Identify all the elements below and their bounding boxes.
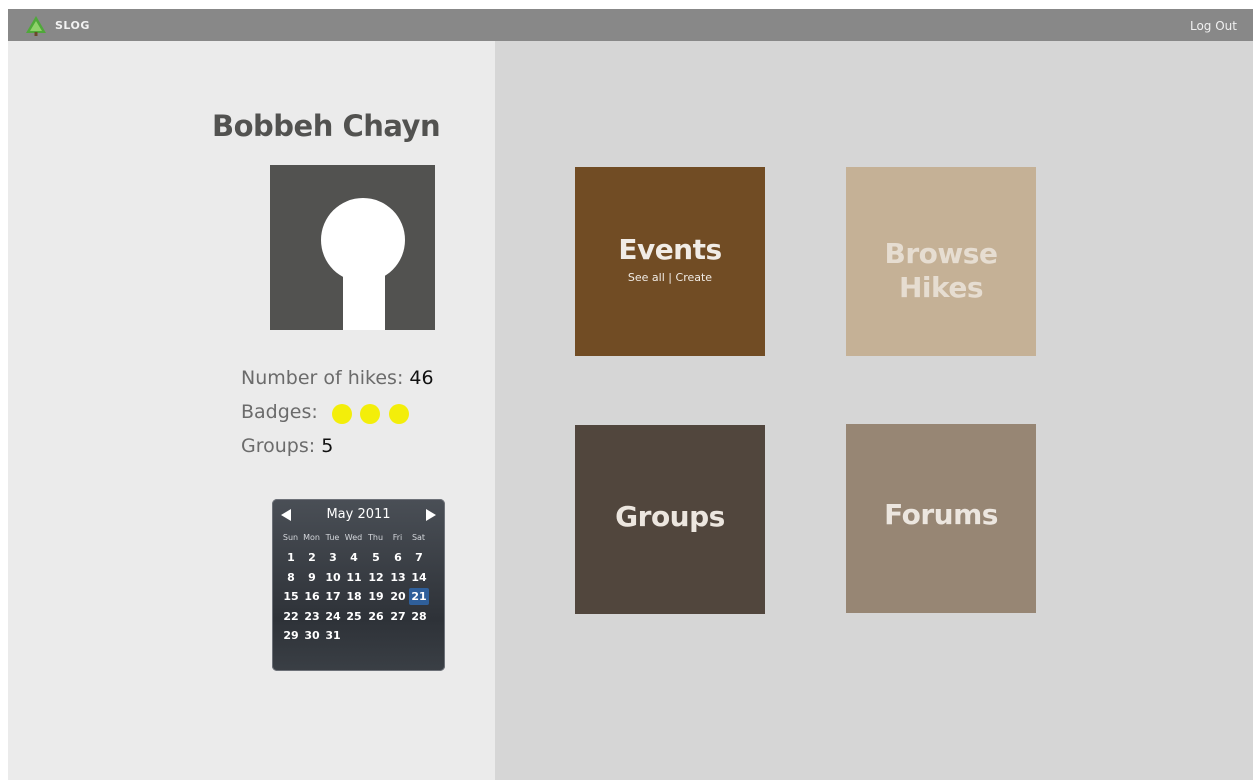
- calendar-day[interactable]: 18: [344, 588, 364, 605]
- forums-tile-title: Forums: [884, 498, 998, 531]
- badge-icon[interactable]: [332, 404, 352, 424]
- events-link-separator: |: [668, 271, 673, 284]
- groups-tile[interactable]: Groups: [575, 425, 765, 614]
- calendar-day[interactable]: 13: [388, 569, 408, 586]
- calendar-weekday-label: Fri: [392, 533, 403, 542]
- browse-hikes-tile-title: Browse Hikes: [846, 237, 1036, 305]
- calendar-widget: May 2011 Sun Mon Tue Wed Thu Fri Sat 1 2 3 4 5 6 7 8 9 1…: [272, 499, 445, 671]
- calendar-day[interactable]: 24: [323, 608, 343, 625]
- calendar-day[interactable]: 29: [281, 627, 301, 644]
- calendar-weekday-label: Sat: [411, 533, 426, 542]
- forums-tile[interactable]: Forums: [846, 424, 1036, 613]
- groups-label: Groups:: [241, 435, 316, 457]
- avatar-body-shape: [343, 253, 385, 330]
- events-create-link[interactable]: Create: [676, 271, 713, 284]
- calendar-day[interactable]: 12: [366, 569, 386, 586]
- calendar-day[interactable]: 26: [366, 608, 386, 625]
- tree-icon[interactable]: [25, 16, 47, 36]
- calendar-month-title: May 2011: [326, 507, 391, 522]
- calendar-weekday-label: Wed: [344, 533, 363, 542]
- calendar-day[interactable]: 22: [281, 608, 301, 625]
- hikes-value: 46: [409, 367, 434, 389]
- calendar-day[interactable]: 16: [302, 588, 322, 605]
- calendar-day[interactable]: 1: [281, 549, 301, 566]
- calendar-day[interactable]: 30: [302, 627, 322, 644]
- calendar-day[interactable]: 5: [366, 549, 386, 566]
- hikes-label: Number of hikes:: [241, 367, 404, 389]
- hikes-stat: Number of hikes: 46: [241, 365, 434, 391]
- calendar-day[interactable]: 10: [323, 569, 343, 586]
- calendar-day[interactable]: 23: [302, 608, 322, 625]
- calendar-day[interactable]: 11: [344, 569, 364, 586]
- events-tile-links: See all | Create: [575, 271, 765, 284]
- calendar-weekday-label: Tue: [325, 533, 340, 542]
- events-tile-title: Events: [618, 233, 722, 266]
- calendar-day[interactable]: 20: [388, 588, 408, 605]
- groups-stat: Groups: 5: [241, 433, 333, 459]
- top-bar: SLOG Log Out: [8, 9, 1253, 41]
- logout-link[interactable]: Log Out: [1190, 19, 1237, 33]
- badges-stat: Badges:: [241, 399, 441, 425]
- calendar-day[interactable]: 25: [344, 608, 364, 625]
- profile-name: Bobbeh Chayn: [212, 109, 441, 143]
- calendar-day[interactable]: 6: [388, 549, 408, 566]
- calendar-next-icon[interactable]: [426, 509, 436, 521]
- badges-label: Badges:: [241, 401, 318, 423]
- calendar-day[interactable]: 9: [302, 569, 322, 586]
- browse-hikes-title-line1: Browse: [884, 237, 998, 270]
- calendar-day[interactable]: 8: [281, 569, 301, 586]
- groups-tile-title: Groups: [615, 500, 725, 533]
- calendar-day[interactable]: 21: [409, 588, 429, 605]
- avatar[interactable]: [270, 165, 435, 330]
- groups-value: 5: [321, 435, 334, 457]
- calendar-day[interactable]: 27: [388, 608, 408, 625]
- events-see-all-link[interactable]: See all: [628, 271, 665, 284]
- calendar-day[interactable]: 7: [409, 549, 429, 566]
- calendar-day[interactable]: 15: [281, 588, 301, 605]
- browse-hikes-tile[interactable]: Browse Hikes: [846, 167, 1036, 356]
- profile-panel: Bobbeh Chayn Number of hikes: 46 Badges:…: [8, 41, 495, 780]
- brand-name[interactable]: SLOG: [55, 19, 90, 32]
- calendar-weekday-label: Mon: [303, 533, 320, 542]
- calendar-day[interactable]: 2: [302, 549, 322, 566]
- badge-icon[interactable]: [389, 404, 409, 424]
- calendar-day[interactable]: 19: [366, 588, 386, 605]
- calendar-day[interactable]: 17: [323, 588, 343, 605]
- calendar-day[interactable]: 3: [323, 549, 343, 566]
- calendar-day[interactable]: 14: [409, 569, 429, 586]
- calendar-weekday-label: Sun: [282, 533, 299, 542]
- calendar-day[interactable]: 4: [344, 549, 364, 566]
- navigation-panel: [495, 41, 1253, 780]
- calendar-weekday-label: Thu: [367, 533, 384, 542]
- calendar-day[interactable]: 31: [323, 627, 343, 644]
- browse-hikes-title-line2: Hikes: [898, 271, 984, 304]
- app-frame: SLOG Log Out Bobbeh Chayn Number of hike…: [8, 9, 1253, 780]
- badge-icon[interactable]: [360, 404, 380, 424]
- calendar-day[interactable]: 28: [409, 608, 429, 625]
- events-tile[interactable]: Events See all | Create: [575, 167, 765, 356]
